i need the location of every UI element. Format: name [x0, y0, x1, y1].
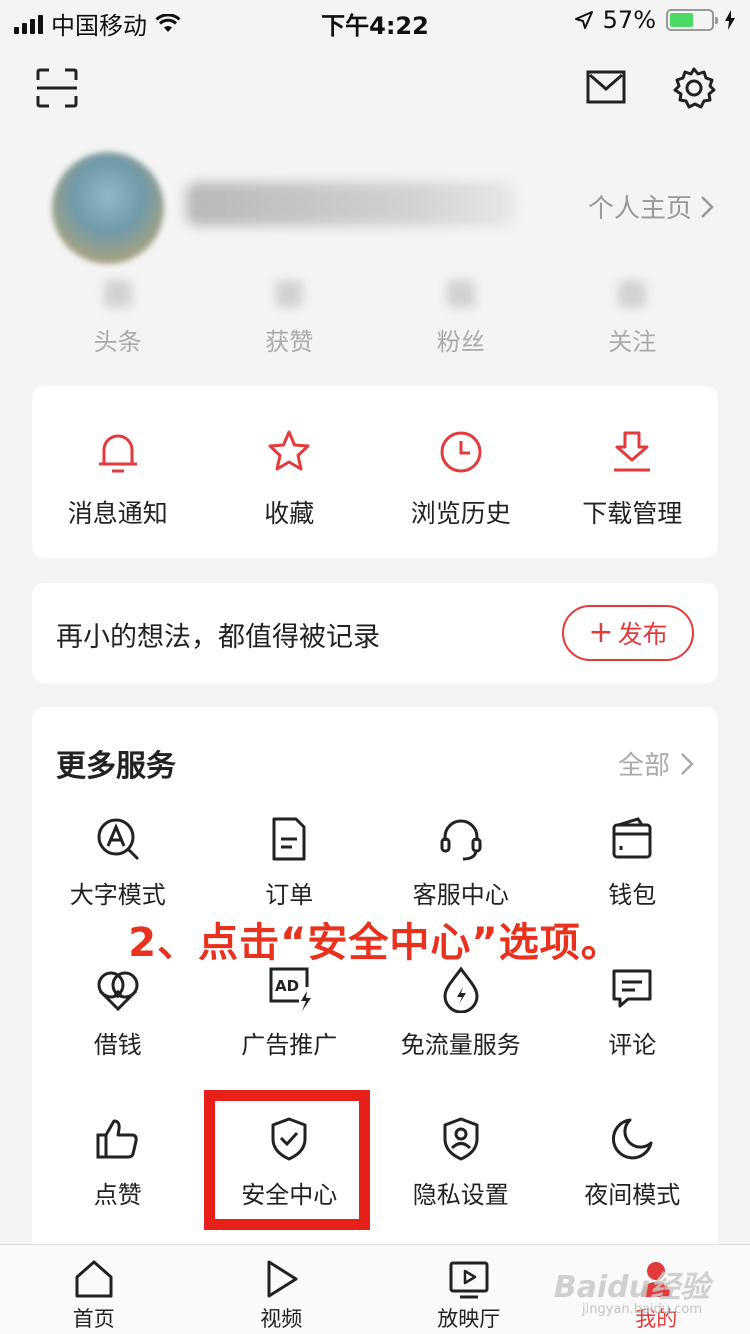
service-label: 订单 — [265, 881, 314, 909]
charging-icon — [725, 10, 735, 30]
tab-label: 放映厅 — [437, 1307, 501, 1331]
battery-percent: 57% — [602, 6, 656, 34]
watermark-url: jingyan.baidu.com — [582, 1302, 702, 1317]
stat-toutiao[interactable]: 头条 — [32, 280, 204, 357]
service-label: 免流量服务 — [400, 1031, 521, 1059]
service-label: 广告推广 — [241, 1031, 338, 1059]
stat-value-blurred — [275, 280, 304, 308]
service-label: 点赞 — [93, 1181, 142, 1209]
quick-action-label: 下载管理 — [582, 499, 683, 528]
headset-icon — [440, 819, 482, 861]
profile-stats: 头条 获赞 粉丝 关注 — [32, 280, 718, 357]
bell-icon — [98, 434, 137, 473]
order-icon — [272, 817, 306, 861]
profile-home-label: 个人主页 — [587, 194, 692, 224]
stat-likes[interactable]: 获赞 — [204, 280, 376, 357]
data-drop-icon — [443, 966, 479, 1013]
loan-icon — [97, 971, 139, 1012]
stat-label: 关注 — [608, 328, 657, 356]
tv-icon — [449, 1261, 489, 1299]
quick-action-downloads[interactable]: 下载管理 — [547, 386, 719, 558]
thumbs-up-icon — [96, 1119, 138, 1159]
stat-label: 获赞 — [265, 328, 314, 356]
privacy-icon — [443, 1117, 479, 1161]
wallet-icon — [612, 817, 652, 859]
publish-card: 再小的想法，都值得被记录 + 发布 — [32, 583, 718, 683]
service-night-mode[interactable]: 夜间模式 — [547, 1115, 719, 1265]
profile-home-link[interactable]: 个人主页 — [588, 188, 714, 225]
stat-value-blurred — [103, 280, 132, 308]
publish-button-label: 发布 — [617, 620, 668, 649]
status-bar: 中国移动 下午4:22 57% — [0, 0, 750, 40]
tab-home[interactable]: 首页 — [0, 1245, 188, 1334]
tab-label: 首页 — [72, 1307, 115, 1331]
service-label: 客服中心 — [412, 881, 509, 909]
home-icon — [75, 1260, 113, 1298]
tab-theater[interactable]: 放映厅 — [375, 1245, 563, 1334]
quick-actions-card: 消息通知 收藏 浏览历史 下载管理 — [32, 386, 718, 558]
stat-label: 头条 — [93, 328, 142, 356]
profile-section: 个人主页 头条 获赞 粉丝 关注 — [0, 130, 750, 370]
stat-value-blurred — [446, 280, 475, 308]
plus-icon: + — [588, 615, 614, 650]
service-free-data[interactable]: 免流量服务 — [375, 965, 547, 1115]
stat-following[interactable]: 关注 — [547, 280, 719, 357]
service-label: 钱包 — [608, 881, 657, 909]
mail-icon[interactable] — [586, 70, 626, 104]
large-font-icon — [97, 818, 139, 861]
service-label: 评论 — [608, 1031, 657, 1059]
ad-icon: AD — [269, 967, 312, 1011]
quick-action-favorites[interactable]: 收藏 — [204, 386, 376, 558]
security-center-highlight-box — [204, 1090, 370, 1230]
service-comments[interactable]: 评论 — [547, 965, 719, 1115]
moon-icon — [612, 1118, 653, 1160]
quick-action-label: 消息通知 — [67, 499, 168, 528]
play-icon — [267, 1260, 298, 1298]
watermark-logo: Baidu经验 — [553, 1270, 710, 1305]
services-grid: 大字模式 订单 客服中心 钱包 借钱 AD 广告推广 免流量服务 评论 点赞 安… — [32, 815, 718, 1265]
username-blurred — [186, 182, 516, 226]
tutorial-annotation: 2、点击“安全中心”选项。 — [128, 920, 622, 966]
chevron-right-icon — [681, 752, 694, 775]
chevron-right-icon — [701, 195, 714, 218]
svg-text:AD: AD — [275, 977, 299, 995]
services-card: 更多服务 全部 大字模式 订单 客服中心 钱包 借钱 AD 广告推广 免流量服务… — [32, 707, 718, 1267]
publish-button[interactable]: + 发布 — [562, 605, 694, 661]
download-icon — [614, 431, 651, 472]
service-label: 借钱 — [93, 1031, 142, 1059]
service-label: 夜间模式 — [584, 1181, 681, 1209]
tab-video[interactable]: 视频 — [188, 1245, 376, 1334]
service-privacy[interactable]: 隐私设置 — [375, 1115, 547, 1265]
services-title: 更多服务 — [56, 749, 176, 784]
battery-icon — [666, 9, 718, 31]
service-loan[interactable]: 借钱 — [32, 965, 204, 1115]
star-icon — [268, 430, 310, 471]
gear-icon[interactable] — [672, 66, 716, 110]
stat-followers[interactable]: 粉丝 — [375, 280, 547, 357]
service-likes[interactable]: 点赞 — [32, 1115, 204, 1265]
quick-action-history[interactable]: 浏览历史 — [375, 386, 547, 558]
quick-action-label: 收藏 — [264, 499, 315, 528]
comment-icon — [612, 969, 652, 1008]
scan-icon[interactable] — [36, 68, 78, 108]
avatar[interactable] — [52, 152, 164, 264]
quick-action-label: 浏览历史 — [410, 499, 511, 528]
service-label: 隐私设置 — [412, 1181, 509, 1209]
stat-value-blurred — [618, 280, 647, 308]
services-all-link[interactable]: 全部 — [618, 745, 694, 782]
service-label: 大字模式 — [69, 881, 166, 909]
publish-prompt[interactable]: 再小的想法，都值得被记录 — [56, 615, 380, 654]
clock-icon — [440, 431, 482, 473]
tab-label: 视频 — [260, 1307, 303, 1331]
location-icon — [574, 11, 593, 29]
stat-label: 粉丝 — [436, 328, 485, 356]
quick-action-notifications[interactable]: 消息通知 — [32, 386, 204, 558]
services-all-label: 全部 — [617, 751, 670, 781]
